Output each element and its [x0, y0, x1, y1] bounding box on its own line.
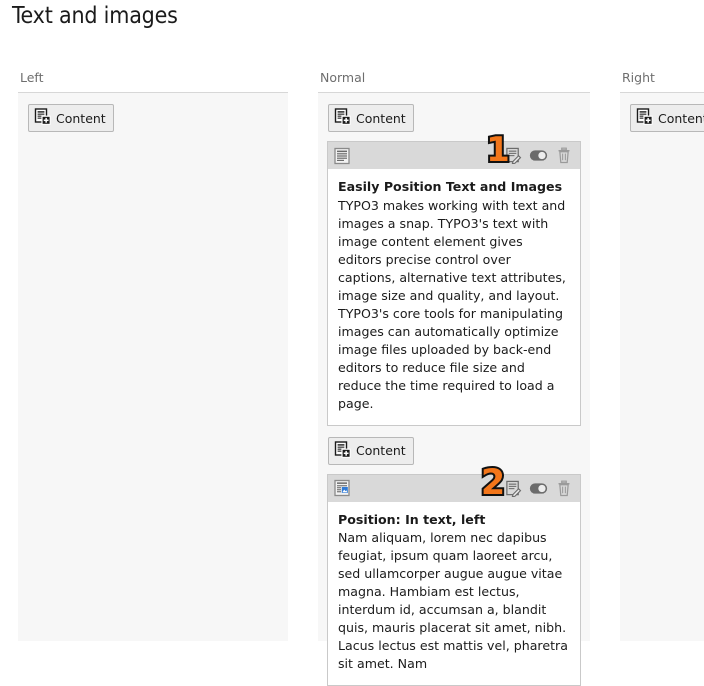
column-body-normal: Content 1 [318, 92, 590, 641]
page-title: Text and images [12, 3, 178, 29]
new-content-button-normal-bottom[interactable]: Content [328, 437, 414, 465]
new-content-button-label: Content [56, 111, 106, 126]
content-text-icon [333, 147, 351, 165]
content-element-actions [501, 145, 576, 166]
column-header-right: Right [620, 70, 704, 92]
edit-icon[interactable] [501, 478, 526, 499]
edit-icon[interactable] [501, 145, 526, 166]
column-right: Right Content [620, 70, 704, 641]
column-body-right: Content [620, 92, 704, 641]
new-content-button-label: Content [356, 443, 406, 458]
new-content-element-icon [334, 108, 351, 128]
column-header-normal: Normal [318, 70, 590, 92]
new-content-button-left[interactable]: Content [28, 104, 114, 132]
delete-icon[interactable] [551, 478, 576, 499]
content-element-title: Position: In text, left [338, 511, 570, 529]
content-element[interactable]: 1 [327, 141, 581, 426]
content-element-header [328, 142, 580, 169]
new-content-button-label: Content [356, 111, 406, 126]
column-normal: Normal Content [318, 70, 590, 641]
content-element-body: Position: In text, left Nam aliquam, lor… [328, 502, 580, 686]
content-element-header [328, 475, 580, 502]
new-content-element-icon [34, 108, 51, 128]
content-element-title: Easily Position Text and Images [338, 178, 570, 196]
content-element-body: Easily Position Text and Images TYPO3 ma… [328, 169, 580, 425]
new-content-element-icon [636, 108, 653, 128]
content-element-actions [501, 478, 576, 499]
delete-icon[interactable] [551, 145, 576, 166]
content-element[interactable]: 2 [327, 474, 581, 686]
column-header-left: Left [18, 70, 288, 92]
content-element-text: Nam aliquam, lorem nec dapibus feugiat, … [338, 529, 570, 673]
column-left: Left Content [18, 70, 288, 641]
content-textpic-icon [333, 479, 351, 497]
column-layout: Left Content [0, 70, 704, 641]
hide-toggle-icon[interactable] [526, 145, 551, 166]
content-element-text: TYPO3 makes working with text and images… [338, 197, 570, 413]
hide-toggle-icon[interactable] [526, 478, 551, 499]
new-content-button-normal-top[interactable]: Content [328, 104, 414, 132]
new-content-button-right[interactable]: Content [630, 104, 704, 132]
new-content-element-icon [334, 441, 351, 461]
column-body-left: Content [18, 92, 288, 641]
new-content-button-label: Content [658, 111, 704, 126]
